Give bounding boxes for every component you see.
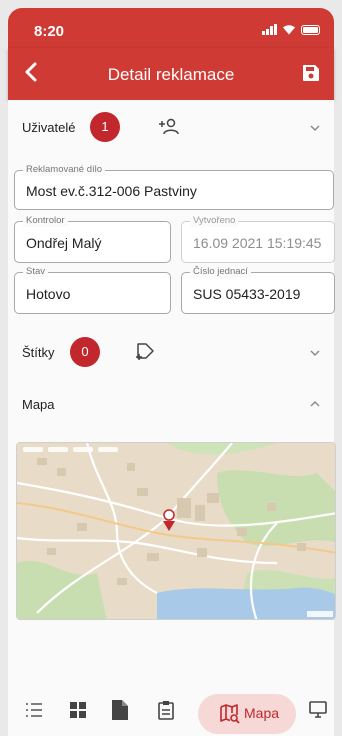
- stav-label: Stav: [23, 266, 49, 278]
- reklamovane-dilo-label: Reklamované dílo: [23, 164, 106, 176]
- nav-clipboard-button[interactable]: [154, 698, 178, 722]
- map-row[interactable]: Mapa: [8, 390, 334, 420]
- users-count-badge: 1: [90, 112, 120, 142]
- chevron-down-icon[interactable]: [310, 348, 320, 358]
- nav-desktop-button[interactable]: [306, 698, 330, 722]
- grid-icon: [70, 702, 86, 718]
- nav-document-button[interactable]: [108, 698, 132, 722]
- wifi-icon: [283, 25, 295, 35]
- map-label: Mapa: [22, 397, 55, 412]
- status-time: 8:20: [34, 23, 65, 40]
- map-view[interactable]: [16, 442, 336, 620]
- map-tiles[interactable]: [17, 443, 336, 620]
- detail-content: Uživatelé 1 Reklamované dílo Most ev.č.3…: [8, 100, 336, 728]
- stav-value: Hotovo: [26, 286, 71, 302]
- person-add-icon[interactable]: [158, 118, 180, 136]
- users-label: Uživatelé: [22, 120, 76, 135]
- tags-count-badge: 0: [70, 337, 100, 367]
- tags-row[interactable]: Štítky 0: [8, 337, 334, 369]
- cislo-jednaci-label: Číslo jednací: [190, 266, 251, 278]
- users-row[interactable]: Uživatelé 1: [8, 112, 334, 144]
- clipboard-icon: [158, 701, 174, 720]
- stav-field[interactable]: Stav Hotovo: [14, 266, 171, 314]
- save-icon[interactable]: [302, 64, 320, 82]
- vytvoreno-label: Vytvořeno: [190, 215, 239, 227]
- app-bar: Detail reklamace: [8, 48, 334, 100]
- vytvoreno-field: Vytvořeno 16.09 2021 15:19:45: [181, 215, 335, 263]
- desktop-icon: [309, 701, 327, 718]
- nav-list-button[interactable]: [22, 698, 46, 722]
- cislo-jednaci-value: SUS 05433-2019: [193, 286, 301, 302]
- cislo-jednaci-field[interactable]: Číslo jednací SUS 05433-2019: [181, 266, 335, 314]
- system-icons: [262, 24, 320, 35]
- map-toolbar[interactable]: [23, 447, 118, 452]
- chevron-up-icon[interactable]: [310, 399, 320, 409]
- kontrolor-value: Ondřej Malý: [26, 235, 102, 251]
- document-icon: [112, 700, 128, 720]
- kontrolor-field[interactable]: Kontrolor Ondřej Malý: [14, 215, 171, 263]
- map-icon: [220, 704, 240, 724]
- vytvoreno-value: 16.09 2021 15:19:45: [193, 235, 322, 251]
- nav-map-label: Mapa: [244, 705, 280, 721]
- bottom-navigation: Mapa: [8, 688, 334, 736]
- list-icon: [26, 703, 42, 717]
- battery-icon: [301, 24, 320, 35]
- kontrolor-label: Kontrolor: [23, 215, 68, 227]
- reklamovane-dilo-value: Most ev.č.312-006 Pastviny: [26, 183, 197, 199]
- tags-label: Štítky: [22, 345, 55, 360]
- page-title: Detail reklamace: [107, 65, 235, 84]
- tag-add-icon[interactable]: [134, 341, 156, 363]
- reklamovane-dilo-field[interactable]: Reklamované dílo Most ev.č.312-006 Pastv…: [14, 164, 334, 210]
- chevron-down-icon[interactable]: [310, 123, 320, 133]
- signal-icon: [262, 24, 277, 35]
- nav-grid-button[interactable]: [66, 698, 90, 722]
- status-bar: 8:20: [8, 8, 334, 48]
- nav-map-button[interactable]: Mapa: [198, 694, 296, 734]
